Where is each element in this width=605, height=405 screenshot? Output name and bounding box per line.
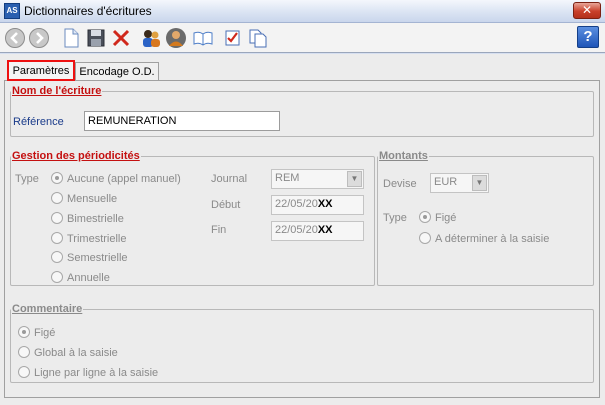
devise-select-value: EUR: [434, 176, 458, 188]
fin-label: Fin: [211, 224, 227, 236]
radio-mensuelle-dot: [51, 192, 63, 204]
journal-label: Journal: [211, 173, 248, 185]
app-icon: AS: [4, 3, 20, 19]
group-nom-ecriture-legend: Nom de l'écriture: [12, 85, 102, 97]
journal-select-value: REM: [275, 172, 300, 184]
forward-icon[interactable]: [28, 27, 50, 49]
radio-aucune[interactable]: Aucune (appel manuel): [51, 172, 181, 185]
radio-semestrielle-dot: [51, 251, 63, 263]
book-icon[interactable]: [192, 27, 214, 49]
radio-trimestrielle[interactable]: Trimestrielle: [51, 232, 127, 245]
group-periodicites-legend: Gestion des périodicités: [12, 150, 140, 162]
save-icon[interactable]: [85, 27, 107, 49]
checklist-icon[interactable]: [222, 27, 244, 49]
close-button[interactable]: ✕: [573, 2, 601, 19]
periodicite-type-label: Type: [15, 173, 39, 185]
reference-input[interactable]: [84, 111, 280, 131]
help-button[interactable]: ?: [577, 26, 599, 48]
new-document-icon[interactable]: [60, 27, 82, 49]
reference-label: Référence: [13, 116, 64, 128]
radio-commentaire-global[interactable]: Global à la saisie: [18, 346, 118, 359]
devise-label: Devise: [383, 178, 417, 190]
montants-type-label: Type: [383, 212, 407, 224]
debut-label: Début: [211, 199, 241, 211]
radio-commentaire-fige-dot: [18, 326, 30, 338]
radio-commentaire-ligne[interactable]: Ligne par ligne à la saisie: [18, 366, 158, 379]
radio-semestrielle[interactable]: Semestrielle: [51, 251, 128, 264]
radio-montant-fige-dot: [419, 211, 431, 223]
radio-commentaire-fige[interactable]: Figé: [18, 326, 55, 339]
radio-bimestrielle[interactable]: Bimestrielle: [51, 212, 124, 225]
radio-aucune-dot: [51, 172, 63, 184]
radio-annuelle-dot: [51, 271, 63, 283]
toolbar: ?: [0, 23, 605, 53]
radio-montant-fige[interactable]: Figé: [419, 211, 456, 224]
radio-bimestrielle-dot: [51, 212, 63, 224]
chevron-down-icon: ▼: [347, 171, 362, 187]
users-icon[interactable]: [140, 27, 162, 49]
copy-icon[interactable]: [247, 27, 269, 49]
tab-parametres[interactable]: Paramètres: [7, 60, 75, 81]
group-montants-legend: Montants: [379, 150, 428, 162]
tab-panel-parametres: Nom de l'écriture Référence Gestion des …: [4, 80, 600, 398]
radio-annuelle[interactable]: Annuelle: [51, 271, 110, 284]
group-montants: Montants: [377, 150, 594, 286]
radio-commentaire-global-dot: [18, 346, 30, 358]
fin-input[interactable]: 22/05/20XX: [271, 221, 364, 241]
radio-trimestrielle-dot: [51, 232, 63, 244]
client-area: Paramètres Encodage O.D. Nom de l'écritu…: [0, 54, 605, 405]
title-bar: AS Dictionnaires d'écritures ✕: [0, 0, 605, 23]
radio-montant-a-determiner[interactable]: A déterminer à la saisie: [419, 232, 549, 245]
radio-montant-a-determiner-dot: [419, 232, 431, 244]
debut-input[interactable]: 22/05/20XX: [271, 195, 364, 215]
chevron-down-icon: ▼: [472, 175, 487, 191]
radio-mensuelle[interactable]: Mensuelle: [51, 192, 117, 205]
group-commentaire-legend: Commentaire: [12, 303, 83, 315]
user-icon[interactable]: [165, 27, 187, 49]
radio-commentaire-ligne-dot: [18, 366, 30, 378]
window-title: Dictionnaires d'écritures: [24, 4, 152, 18]
journal-select[interactable]: REM ▼: [271, 169, 364, 189]
back-icon[interactable]: [4, 27, 26, 49]
devise-select[interactable]: EUR ▼: [430, 173, 489, 193]
delete-icon[interactable]: [110, 27, 132, 49]
